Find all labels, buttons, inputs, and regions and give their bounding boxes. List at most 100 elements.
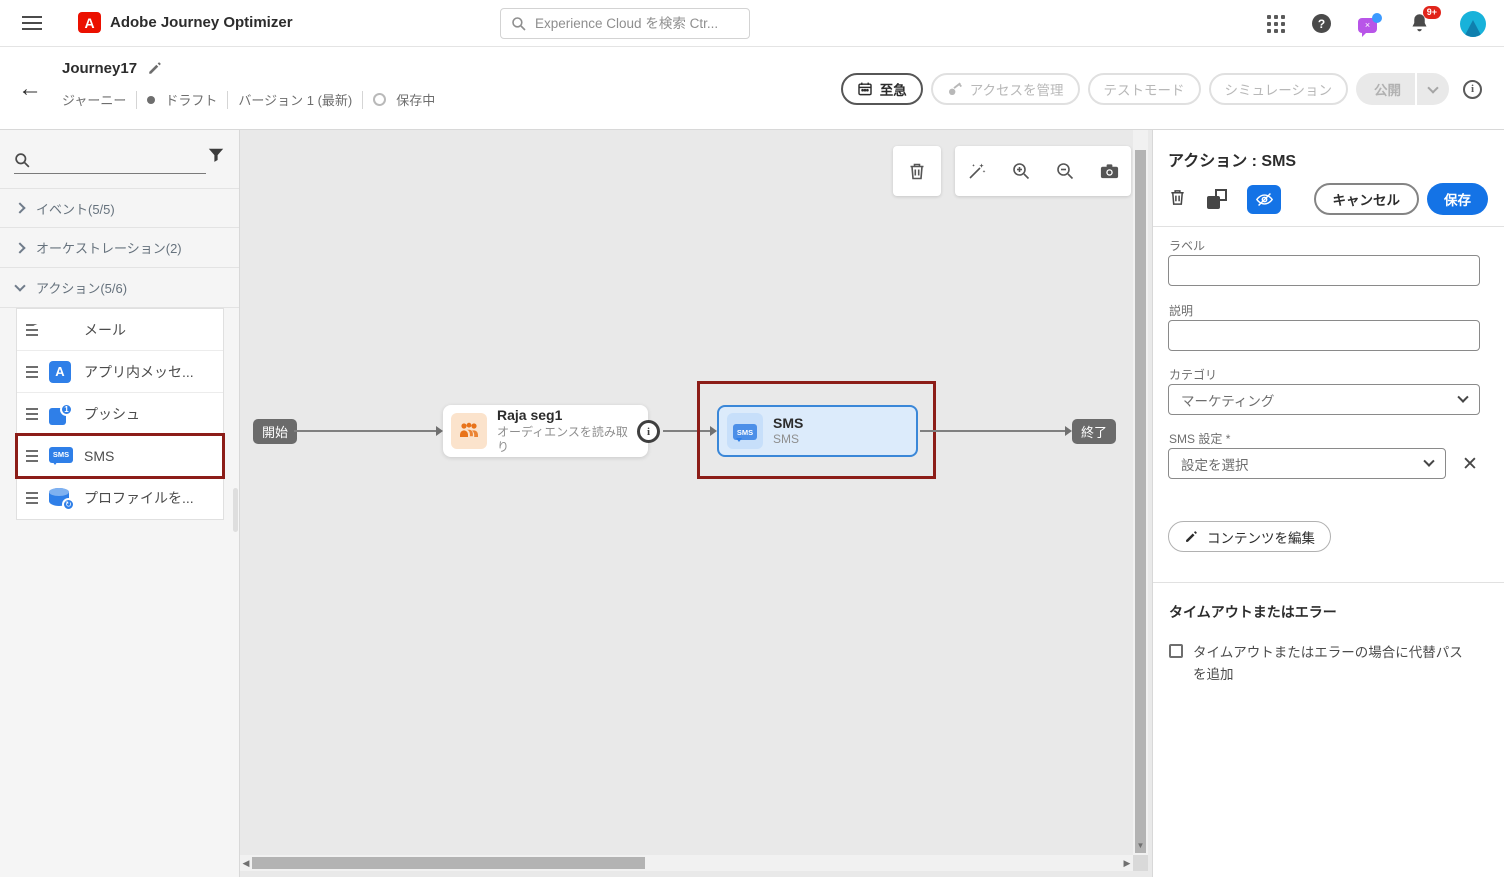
sidebar-section-actions[interactable]: アクション(5/6) [0, 268, 239, 308]
trash-icon [1171, 189, 1184, 205]
test-mode-button[interactable]: テストモード [1087, 73, 1201, 105]
app-launcher-icon[interactable] [1267, 14, 1285, 33]
simulation-button[interactable]: シミュレーション [1208, 73, 1348, 105]
divider [1153, 226, 1504, 227]
category-field-label: カテゴリ [1169, 368, 1218, 382]
chevron-down-icon [1423, 455, 1435, 467]
node-subtitle: オーディエンスを読み取り [497, 424, 628, 454]
divider [1153, 582, 1504, 583]
sms-settings-select[interactable]: 設定を選択 [1168, 448, 1446, 479]
scroll-right-arrow[interactable]: ▶ [1121, 858, 1133, 869]
zoom-in-icon [1013, 163, 1030, 180]
manage-access-label: アクセスを管理 [969, 83, 1064, 98]
zoom-out-icon [1057, 163, 1074, 180]
separator [227, 90, 229, 109]
feedback-icon[interactable]: × [1358, 12, 1382, 37]
info-icon[interactable]: i [1463, 79, 1482, 99]
scroll-down-arrow[interactable]: ▼ [1133, 838, 1148, 853]
sidebar-section-events[interactable]: イベント(5/5) [0, 188, 239, 228]
sms-config-panel: アクション : SMS キャンセル 保存 ラベル 説明 カテゴリ マーケティング… [1152, 130, 1504, 877]
search-icon [512, 16, 526, 31]
action-item-push[interactable]: 1 プッシュ [17, 393, 223, 435]
node-info-icon[interactable]: i [637, 420, 660, 443]
end-node[interactable]: 終了 [1072, 419, 1117, 444]
actions-list: メール A アプリ内メッセ... 1 プッシュ SMS SMS ↻ プロファイル… [15, 306, 225, 520]
cancel-button[interactable]: キャンセル [1313, 183, 1419, 215]
save-button[interactable]: 保存 [1427, 183, 1488, 215]
delete-action-button[interactable] [1168, 187, 1187, 212]
drag-handle-icon[interactable] [26, 407, 38, 420]
adobe-logo-icon[interactable]: A [78, 12, 101, 33]
description-field[interactable] [1168, 320, 1480, 351]
page-title: Journey17 [62, 60, 138, 77]
avatar[interactable] [1460, 10, 1486, 37]
zoom-out-button[interactable] [1045, 151, 1085, 191]
chevron-down-icon [1427, 81, 1439, 94]
audience-tile [451, 413, 487, 449]
edit-title-pencil-icon[interactable] [147, 61, 162, 76]
label-field[interactable] [1168, 255, 1480, 286]
copy-paste-button[interactable] [1207, 189, 1227, 209]
screenshot-button[interactable] [1089, 151, 1129, 191]
audience-node[interactable]: Raja seg1 オーディエンスを読み取り i [443, 405, 660, 457]
calendar-icon [857, 82, 872, 96]
action-item-label: プッシュ [84, 405, 140, 422]
drag-handle-icon[interactable] [26, 492, 38, 504]
test-mode-label: テストモード [1103, 83, 1185, 98]
publish-button[interactable]: 公開 [1356, 73, 1415, 105]
category-value: マーケティング [1181, 393, 1275, 409]
top-bar: A Adobe Journey Optimizer ? × 9+ [0, 0, 1504, 47]
category-select[interactable]: マーケティング [1168, 384, 1480, 415]
version-label: バージョン 1 (最新) [238, 93, 353, 108]
sms-tile: SMS [727, 413, 763, 449]
object-type-label: ジャーニー [62, 93, 127, 108]
action-item-sms[interactable]: SMS SMS [15, 433, 225, 479]
publish-label: 公開 [1374, 83, 1401, 98]
sms-icon: SMS [733, 424, 757, 442]
sidebar-scrollbar[interactable] [233, 488, 238, 532]
canvas-horizontal-scrollbar[interactable]: ◀ ▶ [240, 855, 1133, 871]
manage-access-button[interactable]: アクセスを管理 [930, 73, 1080, 105]
palette-search-input[interactable] [39, 154, 179, 169]
sms-icon: SMS [49, 445, 73, 467]
action-item-label: SMS [84, 447, 115, 464]
publish-dropdown-button[interactable] [1417, 73, 1449, 105]
filter-icon[interactable] [207, 146, 225, 164]
edit-content-button[interactable]: コンテンツを編集 [1168, 521, 1331, 552]
edit-content-label: コンテンツを編集 [1207, 530, 1315, 546]
email-icon [29, 306, 73, 341]
hide-step-toggle[interactable] [1247, 184, 1281, 214]
clear-sms-settings-button[interactable]: ✕ [1462, 455, 1478, 474]
hamburger-menu-icon[interactable] [22, 16, 42, 30]
auto-layout-button[interactable] [957, 151, 997, 191]
push-notification-icon: 1 [49, 402, 73, 425]
scroll-left-arrow[interactable]: ◀ [240, 858, 252, 869]
back-button[interactable]: ← [18, 77, 42, 101]
magic-wand-icon [969, 163, 986, 179]
label-field-label: ラベル [1169, 239, 1206, 253]
start-node[interactable]: 開始 [253, 419, 298, 444]
timeout-checkbox[interactable] [1169, 644, 1183, 658]
notifications-button[interactable]: 9+ [1409, 5, 1441, 36]
delete-node-button[interactable] [897, 151, 937, 191]
drag-handle-icon[interactable] [26, 449, 38, 462]
drag-handle-icon[interactable] [26, 365, 38, 378]
action-item-in-app[interactable]: A アプリ内メッセ... [17, 351, 223, 393]
chevron-down-icon [14, 279, 26, 292]
panel-title: アクション : SMS [1168, 153, 1297, 170]
journey-canvas[interactable]: 開始 Raja seg1 オーディエンスを読み取り i SMS SMS SMS … [240, 130, 1152, 877]
sidebar-section-orchestration[interactable]: オーケストレーション(2) [0, 228, 239, 268]
canvas-vertical-scrollbar[interactable] [1133, 130, 1148, 855]
update-profile-icon: ↻ [49, 487, 75, 511]
urgent-schedule-button[interactable]: 至急 [840, 73, 923, 105]
global-search-input[interactable] [535, 16, 739, 31]
palette-search[interactable] [14, 144, 206, 174]
global-search[interactable] [500, 8, 750, 39]
sms-node[interactable]: SMS SMS SMS [717, 405, 918, 457]
action-item-email[interactable]: メール [17, 306, 223, 351]
zoom-in-button[interactable] [1001, 151, 1041, 191]
action-item-update-profile[interactable]: ↻ プロファイルを... [17, 477, 223, 519]
journey-header: ← Journey17 ジャーニー ドラフト バージョン 1 (最新) 保存中 … [0, 47, 1504, 130]
help-icon[interactable]: ? [1312, 14, 1331, 33]
action-item-label: メール [84, 321, 126, 338]
